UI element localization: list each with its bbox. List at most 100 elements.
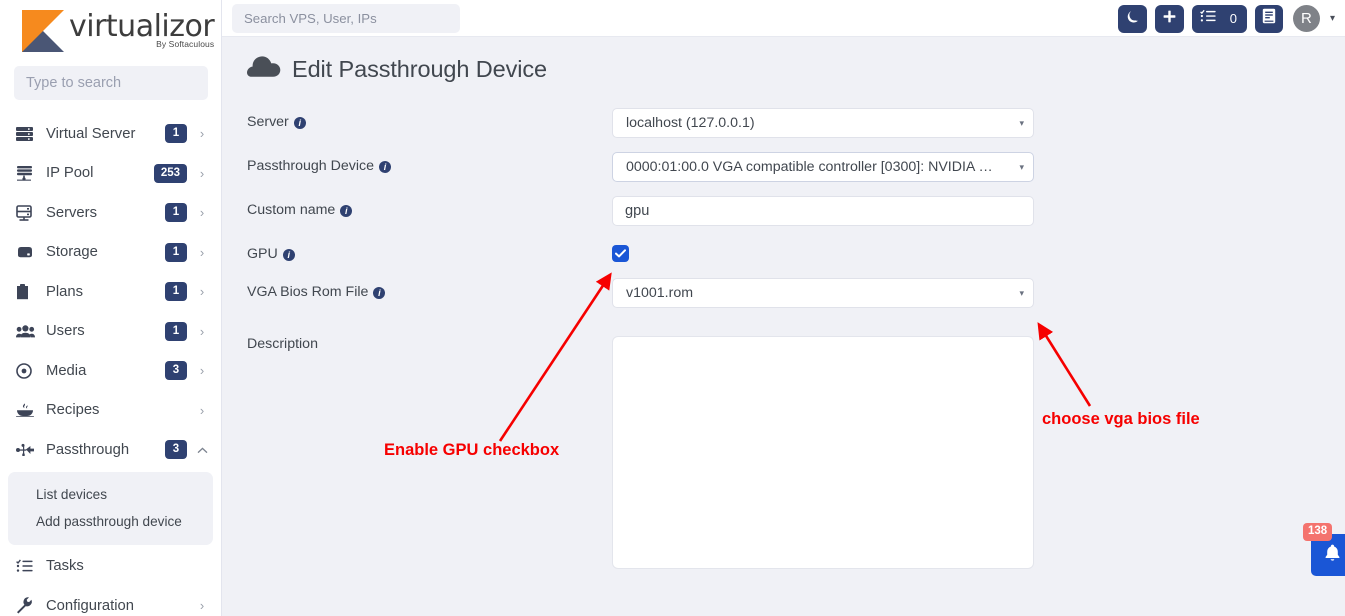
- disc-icon: [16, 362, 42, 379]
- dark-mode-button[interactable]: [1117, 4, 1147, 33]
- chevron-down-icon[interactable]: ▾: [1330, 13, 1335, 24]
- brand-logo[interactable]: virtualizor By Softaculous: [0, 0, 221, 62]
- sidebar-item-badge: 253: [153, 163, 187, 183]
- label-text: GPU: [247, 246, 278, 262]
- sidebar-item-label: Virtual Server: [46, 125, 136, 142]
- recipes-icon: [16, 403, 42, 418]
- edit-passthrough-form: Server i localhost (127.0.0.1) ▾ Passthr…: [222, 83, 1345, 574]
- wrench-icon: [16, 597, 42, 614]
- sidebar-item-tasks[interactable]: Tasks ›: [0, 547, 221, 587]
- submenu-item-add-passthrough-device[interactable]: Add passthrough device: [8, 508, 213, 535]
- book-icon: [1262, 8, 1276, 29]
- chevron-right-icon: ›: [199, 402, 205, 418]
- sidebar-item-badge: 3: [165, 440, 187, 460]
- moon-icon: [1125, 9, 1140, 29]
- sidebar-item-passthrough[interactable]: Passthrough 3: [0, 430, 221, 470]
- server-rack-icon: [16, 126, 42, 141]
- custom-name-input[interactable]: [612, 196, 1034, 226]
- sidebar-item-label: Configuration: [46, 597, 135, 614]
- vga-bios-rom-select-value: v1001.rom: [626, 285, 694, 301]
- sidebar-item-virtual-server[interactable]: Virtual Server 1 ›: [0, 114, 221, 154]
- avatar[interactable]: R: [1292, 5, 1320, 32]
- sidebar-item-label: Storage: [46, 244, 98, 261]
- cloud-icon: [247, 56, 281, 83]
- chevron-right-icon: ›: [199, 244, 205, 260]
- label-text: Passthrough Device: [247, 158, 374, 174]
- notification-button[interactable]: 138: [1303, 523, 1345, 576]
- field-label-gpu: GPU i: [247, 240, 612, 262]
- main-area: 0 R ▾: [222, 0, 1345, 616]
- virtualizor-logo-icon: [22, 10, 64, 52]
- field-row-gpu: GPU i: [247, 240, 1345, 262]
- sidebar-search-input[interactable]: [14, 66, 208, 100]
- sidebar-item-label: Passthrough: [46, 441, 130, 458]
- brand-name: virtualizor: [69, 8, 215, 44]
- info-icon[interactable]: i: [373, 287, 386, 299]
- field-control-gpu: [612, 240, 1034, 262]
- sidebar-item-storage[interactable]: Storage 1 ›: [0, 233, 221, 273]
- info-icon[interactable]: i: [293, 117, 306, 129]
- field-row-vga-bios-rom-file: VGA Bios Rom File i v1001.rom ▾: [247, 278, 1345, 308]
- sidebar-item-users[interactable]: Users 1 ›: [0, 312, 221, 352]
- sidebar-item-media[interactable]: Media 3 ›: [0, 351, 221, 391]
- caret-down-icon: ▾: [1019, 117, 1024, 128]
- info-icon[interactable]: i: [378, 161, 391, 173]
- sidebar-item-label: Tasks: [46, 558, 84, 575]
- chevron-right-icon: ›: [199, 126, 205, 142]
- label-text: Description: [247, 336, 318, 352]
- field-row-description: Description: [247, 336, 1345, 574]
- task-list-icon: [1199, 9, 1216, 28]
- clipboard-icon: [16, 283, 42, 300]
- field-row-custom-name: Custom name i: [247, 196, 1345, 226]
- submenu-item-list-devices[interactable]: List devices: [8, 481, 213, 508]
- sidebar-item-badge: 1: [165, 282, 187, 302]
- usb-icon: [16, 443, 42, 457]
- sidebar-item-ip-pool[interactable]: IP Pool 253 ›: [0, 154, 221, 194]
- sidebar-item-servers[interactable]: Servers 1 ›: [0, 193, 221, 233]
- sidebar-item-label: Media: [46, 362, 87, 379]
- field-control-server: localhost (127.0.0.1) ▾: [612, 108, 1034, 138]
- passthrough-submenu: List devices Add passthrough device: [8, 471, 213, 545]
- sidebar-item-configuration[interactable]: Configuration ›: [0, 586, 221, 616]
- sidebar-item-plans[interactable]: Plans 1 ›: [0, 272, 221, 312]
- topbar-actions: 0 R ▾: [1117, 0, 1335, 37]
- add-button[interactable]: [1154, 4, 1184, 33]
- search-input[interactable]: [232, 3, 460, 33]
- topbar: 0 R ▾: [222, 0, 1345, 37]
- field-control-custom-name: [612, 196, 1034, 226]
- sidebar-item-label: IP Pool: [46, 165, 94, 182]
- chevron-right-icon: ›: [199, 363, 205, 379]
- tasks-button[interactable]: 0: [1191, 4, 1247, 33]
- sidebar-item-label: Recipes: [46, 402, 100, 419]
- info-icon[interactable]: i: [282, 249, 295, 261]
- field-row-server: Server i localhost (127.0.0.1) ▾: [247, 108, 1345, 138]
- chevron-up-icon: [197, 442, 208, 457]
- gpu-checkbox[interactable]: [612, 245, 629, 262]
- field-label-vga-bios-rom-file: VGA Bios Rom File i: [247, 278, 612, 300]
- sidebar-item-badge: 1: [165, 124, 187, 144]
- field-label-custom-name: Custom name i: [247, 196, 612, 218]
- docs-button[interactable]: [1254, 4, 1283, 33]
- notification-count-badge: 138: [1303, 523, 1333, 541]
- chevron-right-icon: ›: [199, 284, 205, 300]
- sidebar-item-label: Servers: [46, 204, 97, 221]
- users-icon: [16, 325, 42, 338]
- vga-bios-rom-select[interactable]: v1001.rom ▾: [612, 278, 1034, 308]
- field-label-passthrough-device: Passthrough Device i: [247, 152, 612, 174]
- page-title: Edit Passthrough Device: [222, 37, 1345, 83]
- field-label-server: Server i: [247, 108, 612, 130]
- sidebar-item-badge: 1: [165, 321, 187, 341]
- passthrough-device-select[interactable]: 0000:01:00.0 VGA compatible controller […: [612, 152, 1034, 182]
- sidebar-item-badge: 3: [165, 361, 187, 381]
- ip-pool-icon: [16, 165, 42, 181]
- server-select[interactable]: localhost (127.0.0.1) ▾: [612, 108, 1034, 138]
- page-title-text: Edit Passthrough Device: [292, 56, 548, 82]
- info-icon[interactable]: i: [340, 205, 353, 217]
- chevron-right-icon: ›: [199, 165, 205, 181]
- description-textarea[interactable]: [612, 336, 1034, 569]
- sidebar-item-recipes[interactable]: Recipes ›: [0, 391, 221, 431]
- servers-icon: [16, 204, 42, 221]
- bell-icon: [1324, 544, 1341, 567]
- check-icon: [615, 249, 626, 258]
- tasks-icon: [16, 559, 42, 573]
